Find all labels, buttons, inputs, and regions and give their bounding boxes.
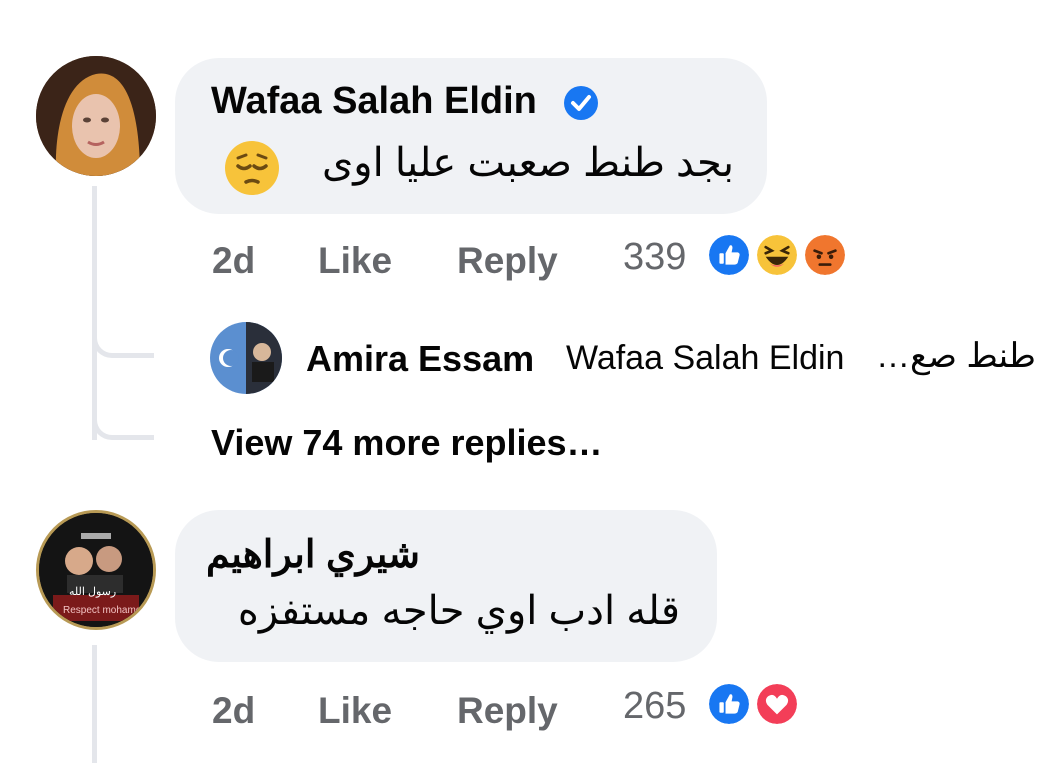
like-button[interactable]: Like [318, 690, 392, 732]
love-icon [754, 681, 800, 727]
reaction-count[interactable]: 339 [623, 236, 686, 279]
reply-button[interactable]: Reply [457, 240, 558, 282]
avatar-overlay-text: رسول الله [69, 586, 117, 598]
reply-author[interactable]: Amira Essam [306, 338, 534, 380]
reaction-count[interactable]: 265 [623, 685, 686, 728]
reactions-group[interactable] [706, 232, 856, 278]
like-button[interactable]: Like [318, 240, 392, 282]
thread-line [92, 645, 97, 763]
reply-button[interactable]: Reply [457, 690, 558, 732]
haha-icon [754, 232, 800, 278]
thread-connector [92, 395, 154, 440]
verified-badge-icon [564, 86, 598, 120]
reply-text: طنط صع… [875, 337, 1036, 375]
pensive-face-icon [225, 141, 279, 195]
reply-avatar[interactable] [210, 322, 282, 394]
like-icon [706, 681, 752, 727]
angry-icon [802, 232, 848, 278]
avatar-photo-icon [210, 322, 282, 394]
avatar[interactable] [36, 56, 156, 176]
comment-author[interactable]: شيري ابراهيم [206, 532, 420, 577]
thread-connector [92, 313, 154, 358]
comment-time[interactable]: 2d [212, 690, 255, 732]
avatar-overlay-text: Respect mohamed [63, 605, 147, 616]
comment-text: قله ادب اوي حاجه مستفزه [237, 589, 680, 633]
view-more-replies-link[interactable]: View 74 more replies… [211, 422, 603, 464]
comment-author[interactable]: Wafaa Salah Eldin [211, 80, 537, 123]
avatar-photo-icon [36, 56, 156, 176]
reply-mention[interactable]: Wafaa Salah Eldin [566, 339, 844, 378]
comment-time[interactable]: 2d [212, 240, 255, 282]
like-icon [706, 232, 752, 278]
reactions-group[interactable] [706, 681, 806, 727]
comment-text: بجد طنط صعبت عليا اوى [322, 141, 734, 185]
avatar[interactable]: رسول الله Respect mohamed [36, 510, 156, 630]
